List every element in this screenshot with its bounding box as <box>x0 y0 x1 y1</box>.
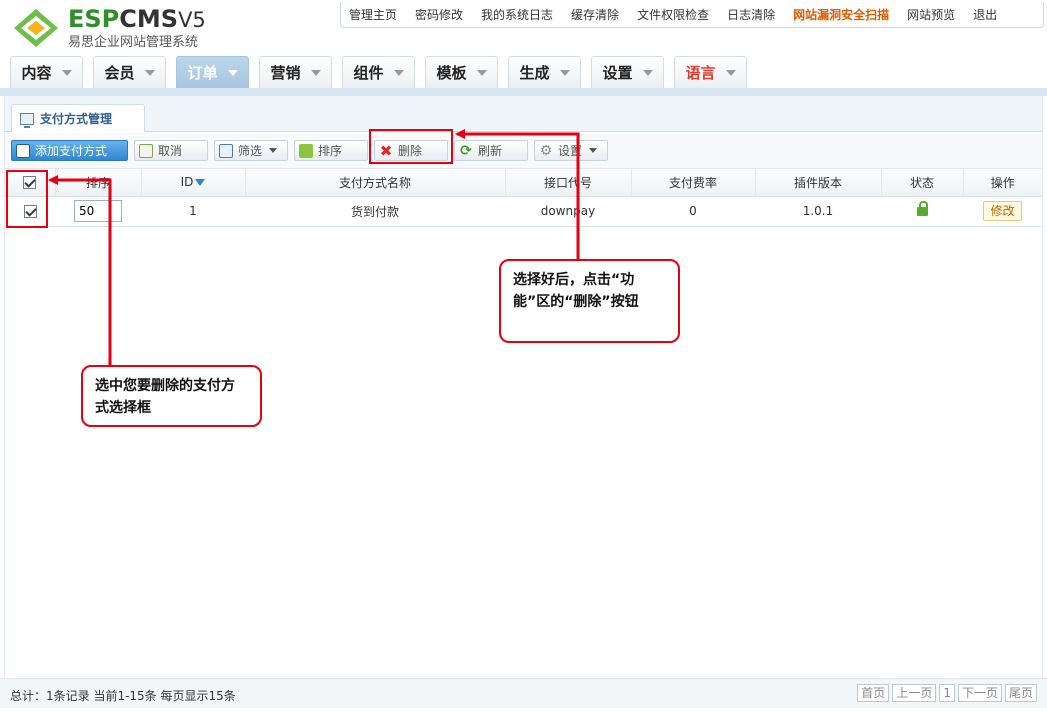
refresh-button[interactable]: ⟳ 刷新 <box>454 140 528 161</box>
checkbox-highlight-box <box>6 170 48 228</box>
delete-instruction-callout: 选择好后，点击“功能”区的“删除”按钮 <box>499 259 680 343</box>
nav-member[interactable]: 会员 <box>93 56 166 88</box>
nav-settings[interactable]: 设置 <box>591 56 664 88</box>
top-link-clear-log[interactable]: 日志清除 <box>727 6 775 23</box>
footer-bar: 总计：1条记录 当前1-15条 每页显示15条 首页 上一页 1 下一页 尾页 <box>0 678 1047 708</box>
settings-button[interactable]: ⚙ 设置 <box>534 140 608 161</box>
filter-button[interactable]: 筛选 <box>214 140 288 161</box>
cancel-button[interactable]: 取消 <box>134 140 208 161</box>
pager-last[interactable]: 尾页 <box>1004 684 1037 702</box>
sort-button[interactable]: 排序 <box>294 140 368 161</box>
cancel-icon <box>139 143 153 158</box>
chevron-down-icon <box>589 148 598 153</box>
top-link-password[interactable]: 密码修改 <box>415 6 463 23</box>
nav-component[interactable]: 组件 <box>342 56 415 88</box>
row-name: 货到付款 <box>245 196 505 227</box>
col-status: 状态 <box>881 169 964 197</box>
row-action: 修改 <box>963 196 1042 227</box>
chevron-down-icon <box>310 69 321 76</box>
brand-subtitle: 易思企业网站管理系统 <box>68 35 199 50</box>
refresh-icon: ⟳ <box>460 142 472 159</box>
col-version: 插件版本 <box>755 169 882 197</box>
chevron-down-icon <box>269 148 278 153</box>
table-row: 1 货到付款 downpay 0 1.0.1 修改 <box>5 196 1042 227</box>
chevron-down-icon <box>559 69 570 76</box>
top-link-security-scan[interactable]: 网站漏洞安全扫描 <box>793 6 889 23</box>
sort-icon <box>299 143 313 158</box>
col-id[interactable]: ID <box>141 169 246 197</box>
top-link-preview[interactable]: 网站预览 <box>907 6 955 23</box>
edit-button[interactable]: 修改 <box>983 201 1022 221</box>
select-instruction-callout: 选中您要删除的支付方式选择框 <box>81 365 262 427</box>
nav-generate[interactable]: 生成 <box>508 56 581 88</box>
monitor-icon <box>20 112 34 128</box>
top-link-logout[interactable]: 退出 <box>973 6 997 23</box>
top-link-file-permission[interactable]: 文件权限检查 <box>637 6 709 23</box>
nav-order[interactable]: 订单 <box>176 56 249 88</box>
col-rate: 支付费率 <box>631 169 756 197</box>
table-header-row: 排序 ID 支付方式名称 接口代号 支付费率 插件版本 状态 操作 <box>5 169 1042 197</box>
top-links-bar: 管理主页 密码修改 我的系统日志 缓存清除 文件权限检查 日志清除 网站漏洞安全… <box>340 2 1044 28</box>
chevron-down-icon <box>642 69 653 76</box>
filter-icon <box>219 143 233 158</box>
row-status[interactable] <box>881 196 963 227</box>
chevron-down-icon <box>61 69 72 76</box>
row-code: downpay <box>505 196 631 227</box>
chevron-down-icon <box>476 69 487 76</box>
sort-order-input[interactable] <box>74 200 122 222</box>
logo-icon <box>14 9 58 47</box>
delete-highlight-box <box>369 129 453 164</box>
top-link-my-log[interactable]: 我的系统日志 <box>481 6 553 23</box>
nav-content[interactable]: 内容 <box>10 56 83 88</box>
chevron-down-icon <box>725 69 736 76</box>
toolbar: 添加支付方式 取消 筛选 排序 ✖ 删除 ⟳ 刷新 ⚙ 设置 <box>5 133 1042 169</box>
nav-template[interactable]: 模板 <box>425 56 498 88</box>
col-code: 接口代号 <box>505 169 632 197</box>
top-link-home[interactable]: 管理主页 <box>349 6 397 23</box>
tab-bar: 支付方式管理 <box>5 96 1042 132</box>
unlock-icon[interactable] <box>916 201 928 216</box>
chevron-down-icon <box>393 69 404 76</box>
pager-next[interactable]: 下一页 <box>957 684 1002 702</box>
sort-desc-icon <box>195 179 206 187</box>
row-sort-cell <box>55 196 141 227</box>
main-nav: 内容 会员 订单 营销 组件 模板 生成 设置 语言 <box>0 56 1047 88</box>
pager-prev[interactable]: 上一页 <box>892 684 937 702</box>
nav-language[interactable]: 语言 <box>674 56 747 88</box>
row-id: 1 <box>141 196 245 227</box>
tab-payment-methods[interactable]: 支付方式管理 <box>11 104 145 132</box>
pager-page-1[interactable]: 1 <box>939 684 955 702</box>
top-link-clear-cache[interactable]: 缓存清除 <box>571 6 619 23</box>
col-sort[interactable]: 排序 <box>55 169 142 197</box>
row-rate: 0 <box>631 196 755 227</box>
payment-table: 排序 ID 支付方式名称 接口代号 支付费率 插件版本 状态 操作 1 货到付款… <box>5 169 1042 227</box>
chevron-down-icon <box>227 69 238 76</box>
logo: ESPCMSV5 易思企业网站管理系统 <box>10 4 240 50</box>
nav-divider <box>0 88 1047 96</box>
add-payment-button[interactable]: 添加支付方式 <box>11 140 128 161</box>
col-name: 支付方式名称 <box>245 169 506 197</box>
tab-title: 支付方式管理 <box>40 112 113 126</box>
record-status: 总计：1条记录 当前1-15条 每页显示15条 <box>10 689 236 703</box>
col-action: 操作 <box>963 169 1042 197</box>
gear-icon: ⚙ <box>539 142 553 159</box>
nav-marketing[interactable]: 营销 <box>259 56 332 88</box>
row-version: 1.0.1 <box>755 196 881 227</box>
pagination: 首页 上一页 1 下一页 尾页 <box>854 684 1037 702</box>
add-icon <box>16 143 30 158</box>
chevron-down-icon <box>144 69 155 76</box>
pager-first[interactable]: 首页 <box>857 684 890 702</box>
